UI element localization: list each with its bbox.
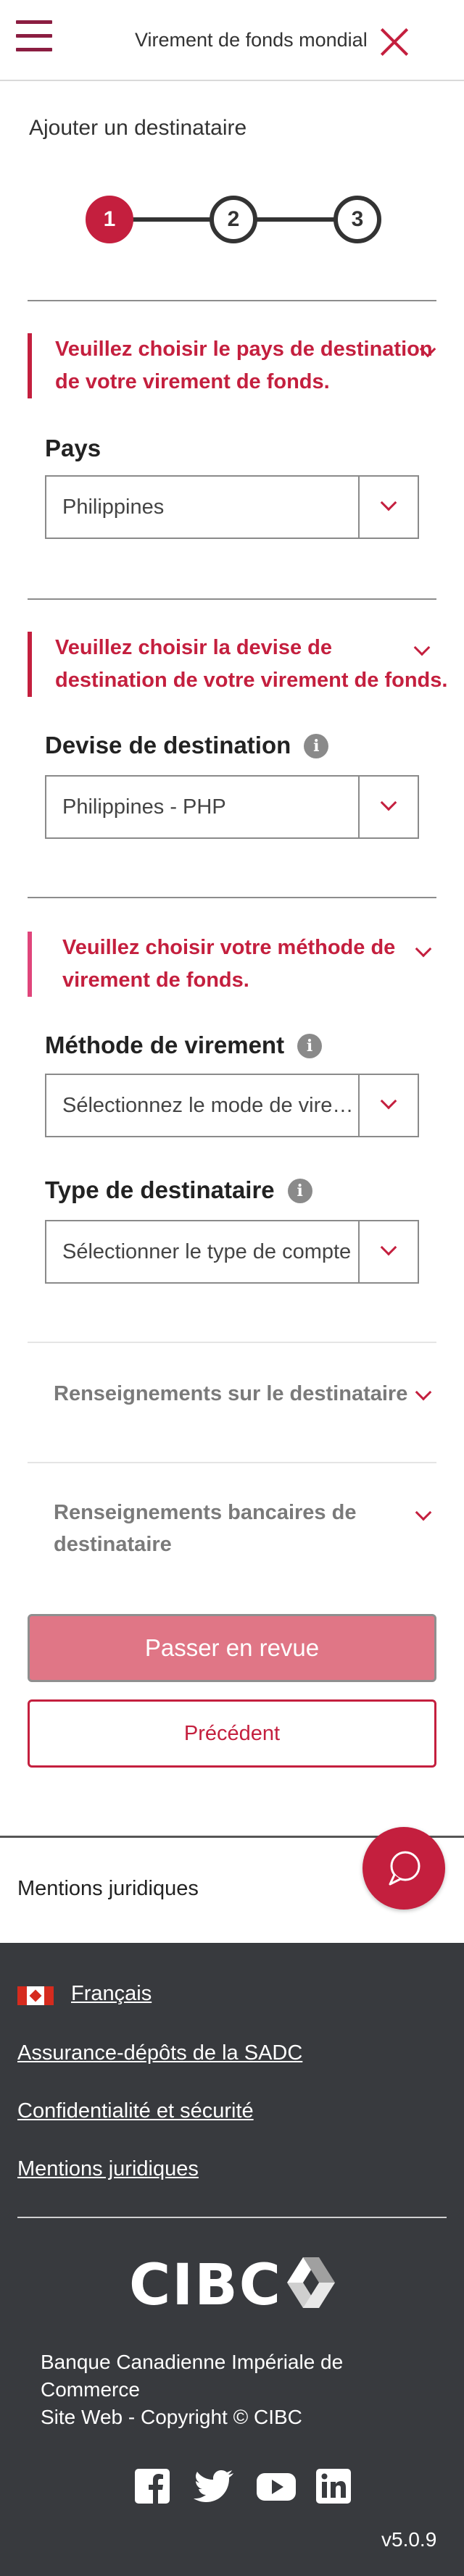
section-divider [28, 897, 436, 898]
chevron-down-icon [380, 794, 397, 811]
info-icon[interactable]: i [287, 1179, 312, 1203]
transfer-method-placeholder: Sélectionnez le mode de virement [62, 1094, 364, 1117]
language-link[interactable]: Français [71, 1982, 152, 2006]
recipient-info-accordion[interactable]: Renseignements sur le destinataire [54, 1378, 416, 1410]
footer-link-privacy[interactable]: Confidentialité et sécurité [17, 2099, 254, 2123]
chevron-down-icon [380, 1092, 397, 1110]
country-select-value: Philippines [62, 495, 165, 519]
legal-bar-link[interactable]: Mentions juridiques [17, 1877, 199, 1901]
chat-button[interactable] [362, 1827, 445, 1910]
canada-flag-icon [17, 1986, 54, 2005]
currency-select-toggle[interactable] [358, 777, 418, 837]
app-version: v5.0.9 [381, 2528, 437, 2551]
transfer-method-select[interactable]: Sélectionnez le mode de virement [45, 1074, 419, 1137]
review-button[interactable]: Passer en revue [28, 1614, 436, 1682]
footer-link-cdic[interactable]: Assurance-dépôts de la SADC [17, 2041, 302, 2065]
recipient-type-select[interactable]: Sélectionner le type de compte [45, 1220, 419, 1284]
country-select-toggle[interactable] [358, 477, 418, 538]
chevron-down-icon[interactable] [415, 1504, 432, 1521]
step-2: 2 [210, 196, 257, 243]
copyright: Site Web - Copyright © CIBC [41, 2406, 302, 2428]
site-footer: Français Assurance-dépôts de la SADC Con… [0, 1943, 464, 2576]
app-header: Virement de fonds mondial [0, 0, 464, 81]
chevron-down-icon [380, 494, 397, 511]
company-info: Banque Canadienne Impériale de Commerce … [41, 2349, 432, 2431]
step-3: 3 [334, 196, 381, 243]
chevron-down-icon[interactable] [415, 1384, 432, 1401]
step-1: 1 [86, 196, 133, 243]
facebook-icon[interactable] [133, 2467, 171, 2505]
footer-link-legal[interactable]: Mentions juridiques [17, 2157, 199, 2181]
currency-select-value: Philippines - PHP [62, 795, 226, 819]
transfer-method-toggle[interactable] [358, 1075, 418, 1136]
section-divider [28, 1462, 436, 1463]
method-label: Méthode de virement i [45, 1032, 323, 1059]
company-name: Banque Canadienne Impériale de Commerce [41, 2351, 344, 2401]
menu-icon[interactable] [16, 20, 52, 52]
recipient-type-placeholder: Sélectionner le type de compte [62, 1240, 352, 1263]
section-divider [28, 598, 436, 600]
bank-info-accordion[interactable]: Renseignements bancaires de destinataire [54, 1497, 387, 1560]
step-connector [251, 217, 338, 222]
section-divider [28, 1342, 436, 1343]
recipient-type-label: Type de destinataire i [45, 1176, 312, 1204]
currency-label: Devise de destination i [45, 732, 329, 759]
currency-label-text: Devise de destination [45, 732, 291, 758]
recipient-type-label-text: Type de destinataire [45, 1176, 275, 1203]
page-subtitle: Ajouter un destinataire [29, 116, 247, 140]
close-icon[interactable] [378, 26, 410, 58]
previous-button[interactable]: Précédent [28, 1699, 436, 1768]
section-divider [28, 300, 436, 301]
cibc-logo: CIBC [129, 2250, 335, 2318]
method-label-text: Méthode de virement [45, 1032, 285, 1058]
step-connector [129, 217, 216, 222]
recipient-type-toggle[interactable] [358, 1221, 418, 1282]
chevron-down-icon [380, 1239, 397, 1256]
method-section-message: Veuillez choisir votre méthode de vireme… [28, 932, 405, 997]
country-label: Pays [45, 435, 102, 461]
country-section-message: Veuillez choisir le pays de destination … [28, 333, 448, 398]
country-select[interactable]: Philippines [45, 475, 419, 539]
chat-icon [389, 1851, 420, 1886]
footer-divider [17, 2217, 447, 2218]
logo-wordmark: CIBC [129, 2253, 282, 2318]
twitter-icon[interactable] [193, 2467, 236, 2505]
currency-select[interactable]: Philippines - PHP [45, 775, 419, 839]
progress-stepper: 1 2 3 [86, 196, 381, 243]
currency-section-message: Veuillez choisir la devise de destinatio… [28, 632, 448, 697]
youtube-icon[interactable] [255, 2467, 297, 2505]
chevron-down-icon[interactable] [415, 940, 432, 958]
header-title: Virement de fonds mondial [135, 29, 368, 51]
cibc-diamond-icon [287, 2257, 335, 2308]
info-icon[interactable]: i [304, 734, 329, 758]
info-icon[interactable]: i [297, 1034, 323, 1058]
linkedin-icon[interactable] [315, 2467, 352, 2505]
